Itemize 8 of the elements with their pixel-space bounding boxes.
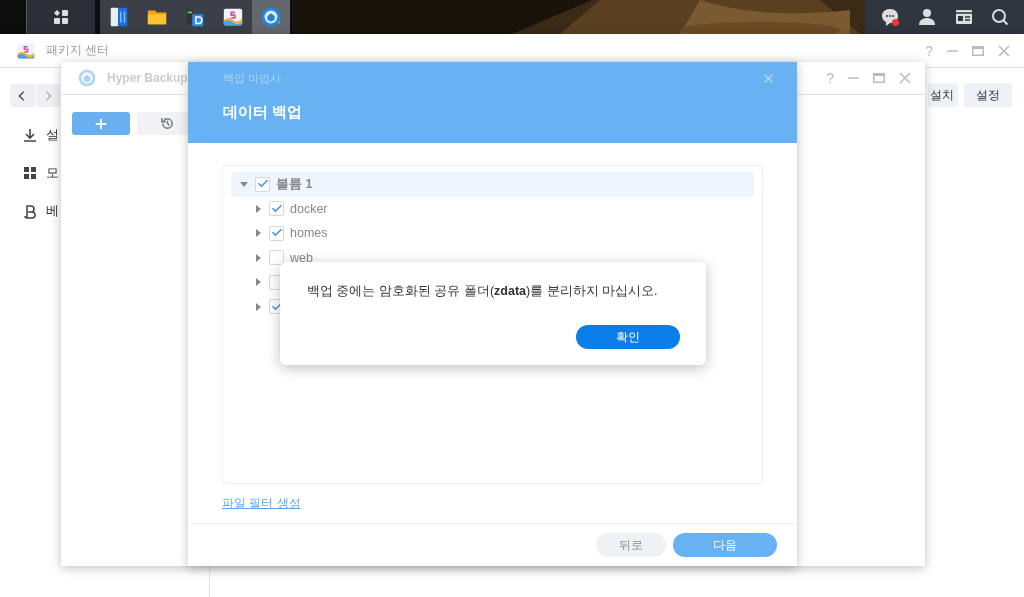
dialog-heading: 데이터 백업 bbox=[223, 103, 304, 122]
folder-name: 볼륨 1 bbox=[276, 175, 313, 193]
dialog-title: 백업 마법사 bbox=[223, 70, 282, 86]
window-title: 패키지 센터 bbox=[46, 42, 110, 59]
alert-message: 백업 중에는 암호화된 공유 폴더(zdata)를 분리하지 마십시오. bbox=[307, 283, 659, 300]
folder-name: homes bbox=[290, 226, 328, 241]
folder-name: web bbox=[290, 250, 313, 265]
folder-name: docker bbox=[290, 201, 328, 216]
